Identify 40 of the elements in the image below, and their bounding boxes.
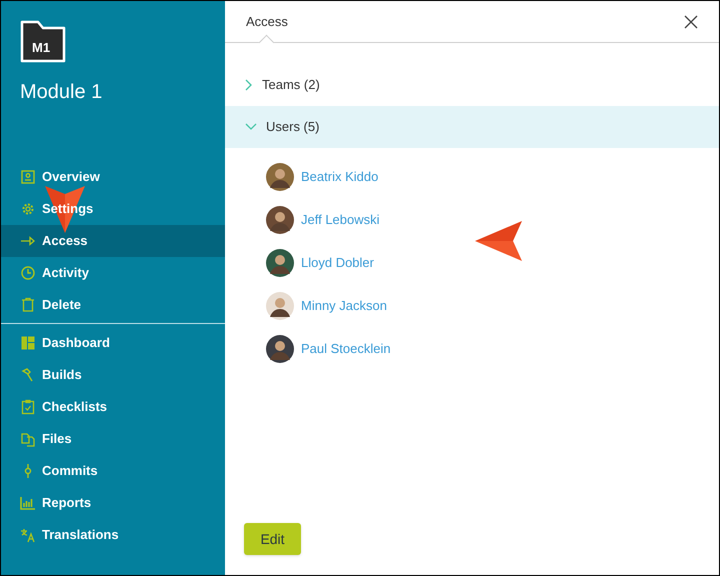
nav-item[interactable]: Access <box>1 225 225 257</box>
reports-icon <box>20 495 36 511</box>
user-link[interactable]: Jeff Lebowski <box>301 210 380 230</box>
files-icon <box>20 431 36 447</box>
checklists-icon <box>20 399 36 415</box>
nav-item[interactable]: Dashboard <box>1 327 225 359</box>
nav-item[interactable]: Translations <box>1 519 225 551</box>
nav-item[interactable]: Overview <box>1 161 225 193</box>
edit-button[interactable]: Edit <box>244 523 301 555</box>
nav-item[interactable]: Activity <box>1 257 225 289</box>
nav-item[interactable]: Reports <box>1 487 225 519</box>
nav-item[interactable]: Delete <box>1 289 225 321</box>
group-row[interactable]: Teams (2) <box>225 64 719 106</box>
chevron-down-icon <box>245 123 257 131</box>
overview-icon <box>20 169 36 185</box>
settings-icon <box>20 201 36 217</box>
module-title: Module 1 <box>20 80 104 105</box>
chevron-right-icon <box>245 79 253 91</box>
avatar-icon <box>266 248 294 276</box>
activity-icon <box>20 265 36 281</box>
nav-item[interactable]: Files <box>1 423 225 455</box>
avatar-icon <box>266 292 294 320</box>
nav-item[interactable]: Builds <box>1 359 225 391</box>
module-label: M1 <box>32 39 50 57</box>
pointer-arrow-icon <box>475 221 523 261</box>
dashboard-icon <box>20 335 36 351</box>
user-link[interactable]: Paul Stoecklein <box>301 338 391 358</box>
delete-icon <box>20 297 36 313</box>
avatar-icon <box>266 334 294 362</box>
user-link[interactable]: Minny Jackson <box>301 296 387 316</box>
translations-icon <box>20 527 36 543</box>
user-link[interactable]: Lloyd Dobler <box>301 252 374 272</box>
group-row[interactable]: Users (5) <box>225 106 719 148</box>
nav-item[interactable]: Commits <box>1 455 225 487</box>
avatar-icon <box>266 206 294 234</box>
close-icon[interactable] <box>684 14 698 28</box>
avatar-icon <box>266 162 294 190</box>
panel-tab[interactable]: Access <box>246 12 288 32</box>
user-link[interactable]: Beatrix Kiddo <box>301 166 378 186</box>
nav-item[interactable]: Checklists <box>1 391 225 423</box>
